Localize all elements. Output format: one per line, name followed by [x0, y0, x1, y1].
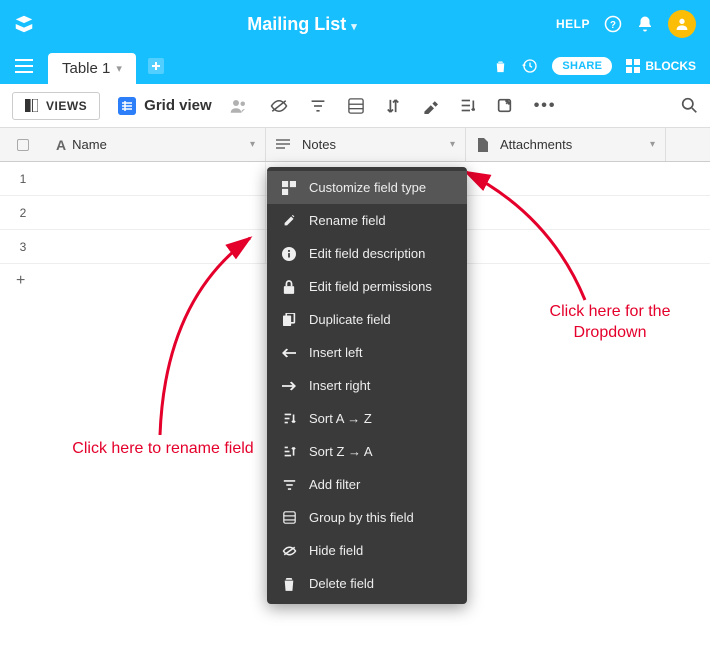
dd-edit-description[interactable]: Edit field description — [267, 237, 467, 270]
chevron-down-icon[interactable]: ▾ — [450, 139, 455, 150]
dd-customize-field[interactable]: Customize field type — [267, 171, 467, 204]
blocks-button[interactable]: BLOCKS — [626, 59, 696, 73]
svg-text:?: ? — [610, 20, 616, 31]
copy-icon — [281, 313, 297, 326]
pencil-icon — [281, 214, 297, 227]
field-dropdown: Customize field type Rename field Edit f… — [267, 167, 467, 604]
dd-insert-right[interactable]: Insert right — [267, 369, 467, 402]
group-icon — [281, 511, 297, 524]
sort-icon[interactable] — [386, 98, 400, 114]
info-icon — [281, 247, 297, 261]
views-button[interactable]: VIEWS — [12, 92, 100, 120]
user-avatar-icon[interactable] — [668, 10, 696, 38]
chevron-down-icon[interactable]: ▾ — [250, 139, 255, 150]
dd-hide-field[interactable]: Hide field — [267, 534, 467, 567]
color-icon[interactable] — [422, 98, 438, 114]
dd-sort-az[interactable]: Sort A → Z — [267, 402, 467, 435]
add-tab-icon[interactable] — [148, 48, 164, 84]
more-icon[interactable]: ••• — [534, 97, 557, 115]
help-icon[interactable]: ? — [604, 15, 622, 33]
filter-icon — [281, 479, 297, 491]
trash-icon[interactable] — [493, 59, 508, 74]
grid-icon — [118, 97, 136, 115]
top-bar: Mailing List ▾ HELP ? — [0, 0, 710, 48]
share-view-icon[interactable] — [497, 98, 512, 113]
help-link[interactable]: HELP — [556, 17, 590, 31]
tab-table1[interactable]: Table 1▾ — [48, 53, 136, 84]
annotation-dropdown: Click here for the Dropdown — [520, 302, 700, 344]
people-icon[interactable] — [230, 98, 248, 114]
dd-edit-permissions[interactable]: Edit field permissions — [267, 270, 467, 303]
dd-duplicate-field[interactable]: Duplicate field — [267, 303, 467, 336]
column-name[interactable]: A Name ▾ — [46, 128, 266, 161]
history-icon[interactable] — [522, 58, 538, 74]
column-attachments[interactable]: Attachments ▾ — [466, 128, 666, 161]
chevron-down-icon: ▾ — [116, 62, 122, 75]
hide-icon — [281, 545, 297, 557]
hide-fields-icon[interactable] — [270, 99, 288, 113]
group-icon[interactable] — [348, 98, 364, 114]
row-height-icon[interactable] — [460, 98, 475, 113]
view-toolbar: VIEWS Grid view ••• — [0, 84, 710, 128]
base-title[interactable]: Mailing List ▾ — [48, 14, 556, 35]
dd-add-filter[interactable]: Add filter — [267, 468, 467, 501]
select-all-checkbox[interactable] — [17, 139, 29, 151]
dd-rename-field[interactable]: Rename field — [267, 204, 467, 237]
sort-za-icon — [281, 445, 297, 458]
longtext-field-icon — [276, 139, 296, 151]
grid-view-label[interactable]: Grid view — [118, 97, 212, 115]
dd-delete-field[interactable]: Delete field — [267, 567, 467, 600]
lock-icon — [281, 280, 297, 294]
search-icon[interactable] — [681, 97, 698, 114]
arrow-left-icon — [281, 348, 297, 358]
text-field-icon: A — [56, 137, 66, 153]
dd-sort-za[interactable]: Sort Z → A — [267, 435, 467, 468]
attachment-field-icon — [476, 138, 494, 152]
sort-az-icon — [281, 412, 297, 425]
column-headers: A Name ▾ Notes ▾ Attachments ▾ — [0, 128, 710, 162]
arrow-right-icon — [281, 381, 297, 391]
dd-group-field[interactable]: Group by this field — [267, 501, 467, 534]
menu-icon[interactable] — [0, 48, 48, 84]
filter-icon[interactable] — [310, 99, 326, 113]
customize-icon — [281, 181, 297, 195]
column-notes[interactable]: Notes ▾ — [266, 128, 466, 161]
share-button[interactable]: SHARE — [552, 57, 612, 75]
annotation-rename: Click here to rename field — [68, 439, 258, 460]
tab-bar: Table 1▾ SHARE BLOCKS — [0, 48, 710, 84]
trash-icon — [281, 577, 297, 591]
chevron-down-icon[interactable]: ▾ — [650, 139, 655, 150]
app-logo[interactable] — [0, 13, 48, 35]
dd-insert-left[interactable]: Insert left — [267, 336, 467, 369]
bell-icon[interactable] — [636, 15, 654, 33]
